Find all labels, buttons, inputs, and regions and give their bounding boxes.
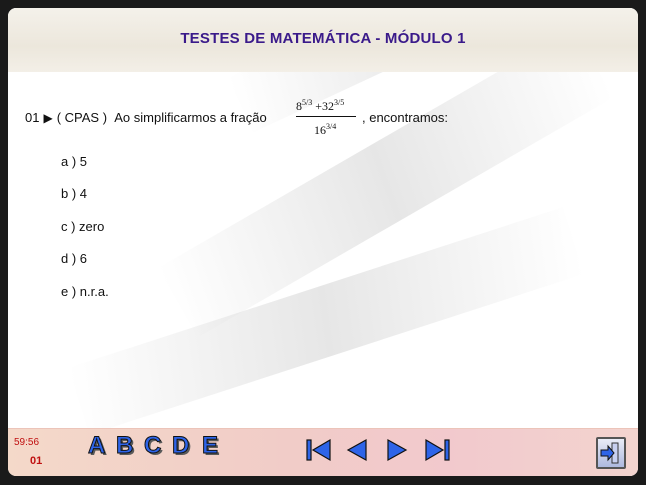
question-suffix: , encontramos: <box>362 110 448 125</box>
previous-button[interactable] <box>342 437 372 463</box>
question-number: 01 <box>25 110 40 125</box>
header-bar: TESTES DE MATEMÁTICA - MÓDULO 1 <box>8 8 638 72</box>
fraction-denominator: 163/4 <box>314 122 337 137</box>
option-b: b ) 4 <box>61 186 88 201</box>
question-source: ( CPAS ) <box>56 110 108 125</box>
answer-button-e[interactable]: E <box>201 432 218 460</box>
option-a: a ) 5 <box>61 154 88 169</box>
fraction-expression: 85/3 +323/5 163/4 <box>296 92 358 144</box>
footer-bar: 59:56 01 A B C D E <box>8 428 638 476</box>
timer: 59:56 <box>14 437 40 448</box>
option-c: c ) zero <box>61 219 105 234</box>
question-text: 01 ▶( CPAS ) Ao simplificarmos a fração <box>25 110 267 125</box>
first-button[interactable] <box>304 437 334 463</box>
fraction-bar <box>296 116 356 117</box>
quiz-window: TESTES DE MATEMÁTICA - MÓDULO 1 01 ▶( CPA… <box>8 8 638 476</box>
previous-icon <box>346 438 367 462</box>
answer-button-d[interactable]: D <box>171 432 189 460</box>
first-icon <box>306 438 331 462</box>
exit-icon <box>600 442 619 464</box>
answer-button-b[interactable]: B <box>115 432 133 460</box>
last-icon <box>425 438 450 462</box>
page-title: TESTES DE MATEMÁTICA - MÓDULO 1 <box>180 30 466 47</box>
exit-button[interactable] <box>596 437 626 469</box>
option-e: e ) n.r.a. <box>61 284 109 299</box>
last-button[interactable] <box>422 437 452 463</box>
option-d: d ) 6 <box>61 251 88 266</box>
fraction-numerator: 85/3 +323/5 <box>296 98 345 113</box>
answer-button-a[interactable]: A <box>87 432 105 460</box>
question-counter: 01 <box>30 455 43 467</box>
next-button[interactable] <box>382 437 412 463</box>
answer-button-c[interactable]: C <box>143 432 161 460</box>
question-statement: Ao simplificarmos a fração <box>114 110 267 125</box>
arrow-icon: ▶ <box>43 111 53 125</box>
next-icon <box>387 438 408 462</box>
